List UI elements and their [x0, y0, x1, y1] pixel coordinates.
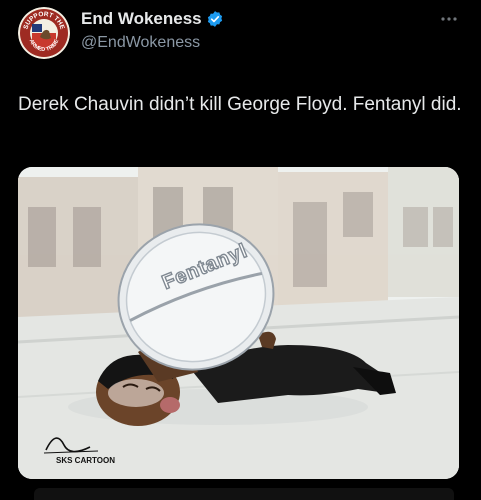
- more-options-icon: [441, 17, 457, 21]
- artist-signature: SKS CARTOON: [56, 456, 115, 465]
- author-display-name[interactable]: End Wokeness: [81, 8, 202, 30]
- avatar-logo-icon: SUPPORT THE ARMED TRIBE: [18, 7, 70, 59]
- author-info: End Wokeness @EndWokeness: [81, 8, 224, 53]
- tweet-media-image[interactable]: Fentanyl SKS CARTOON: [18, 167, 459, 479]
- tweet-card: SUPPORT THE ARMED TRIBE End Wokeness @En…: [0, 0, 481, 500]
- more-options-button[interactable]: [433, 8, 465, 30]
- next-card-edge: [34, 488, 454, 500]
- author-avatar[interactable]: SUPPORT THE ARMED TRIBE: [18, 7, 70, 59]
- verified-badge-icon: [207, 11, 222, 27]
- tweet-text: Derek Chauvin didn’t kill George Floyd. …: [18, 94, 462, 115]
- cartoon-illustration: Fentanyl SKS CARTOON: [18, 167, 459, 479]
- author-handle[interactable]: @EndWokeness: [81, 33, 224, 53]
